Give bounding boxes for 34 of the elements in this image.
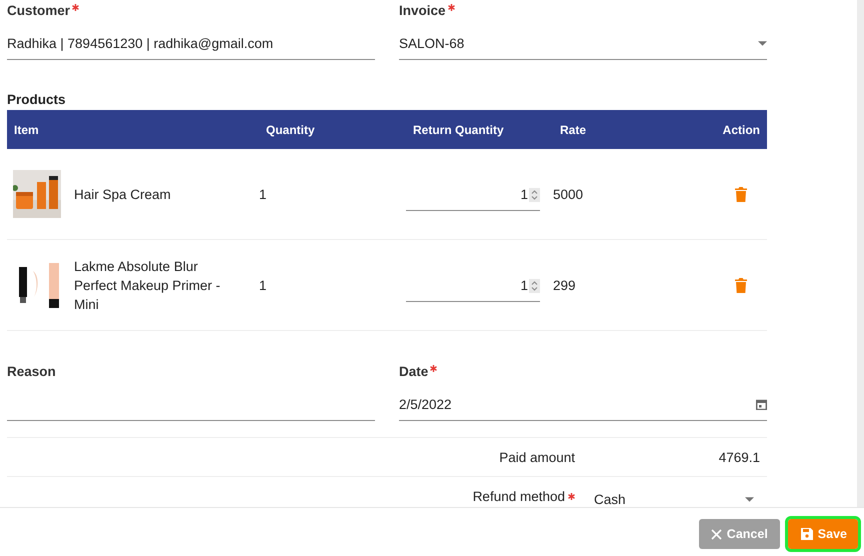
return-quantity-field[interactable]: 1 [406,185,540,211]
spinner-icon[interactable] [529,278,540,292]
section-label: Products [7,92,67,109]
field-label: Invoice [399,3,446,18]
table-cell: 1 [259,186,267,202]
field-label: Reason [7,364,56,379]
delete-icon[interactable] [735,186,747,202]
column-header: Return Quantity [412,122,505,136]
close-icon [710,528,722,540]
table-cell-text: Hair Spa Cream [74,186,172,204]
dropdown-caret-icon [758,41,767,46]
scrollbar[interactable] [857,0,864,507]
table-cell: 1 [259,278,267,292]
delete-icon[interactable] [735,278,747,292]
return-quantity-field[interactable]: 1 [406,276,540,302]
calendar-icon[interactable] [756,399,767,410]
field-label: Customer [7,3,70,18]
column-header: Item [13,122,40,136]
table-cell: 5000 [553,186,584,202]
dropdown-caret-icon [745,496,754,502]
column-header: Quantity [265,122,316,136]
column-header: Action [722,122,761,136]
spinner-icon[interactable] [529,188,540,202]
customer-field[interactable]: Radhika | 7894561230 | radhika@gmail.com [7,32,375,60]
refund-method-label: Refund method [472,488,565,504]
refund-method-select[interactable]: Cash [594,492,767,506]
field-label: Date [399,364,428,379]
paid-amount-value: 4769.1 [718,450,761,464]
table-cell: 299 [553,278,576,292]
invoice-select[interactable]: SALON-68 [399,32,767,60]
date-field[interactable]: 2/5/2022 [399,393,767,421]
paid-amount-label: Paid amount [499,450,575,464]
column-header: Rate [559,122,588,136]
table-cell-text: Lakme Absolute Blur Perfect Makeup Primer - Mini [74,258,222,314]
